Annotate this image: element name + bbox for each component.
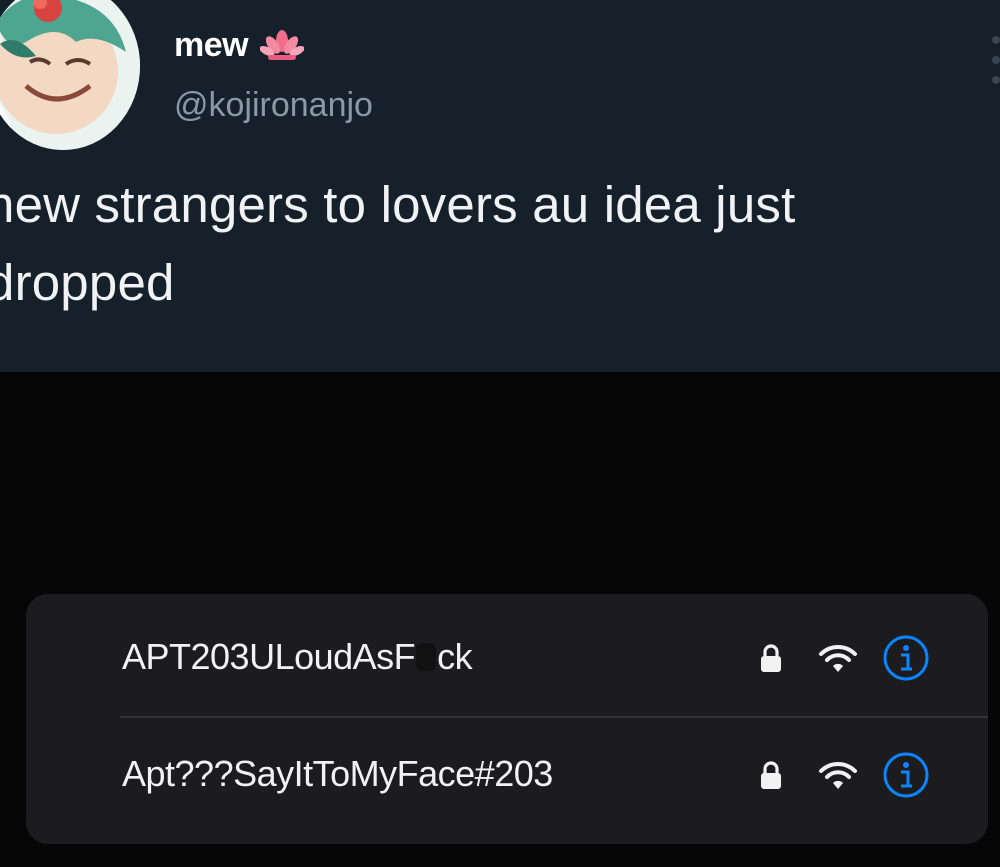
- attached-image[interactable]: APT203ULoudAsF ck Apt???SayItToMyFace#203: [0, 372, 1000, 867]
- network-name-start: APT203ULoudAsF: [122, 636, 416, 677]
- display-name[interactable]: mew: [174, 26, 249, 65]
- author-handle[interactable]: @kojironanjo: [174, 86, 373, 125]
- lock-icon: [761, 761, 781, 789]
- wifi-network-list: APT203ULoudAsF ck Apt???SayItToMyFace#203: [26, 594, 988, 844]
- network-name: APT203ULoudAsF ck: [122, 636, 473, 678]
- censor-bar: [416, 643, 437, 671]
- wifi-icon: [819, 761, 857, 789]
- wifi-network-row[interactable]: Apt???SayItToMyFace#203: [26, 719, 988, 841]
- info-icon[interactable]: [882, 634, 930, 682]
- row-divider: [120, 716, 988, 718]
- wifi-network-row[interactable]: APT203ULoudAsF ck: [26, 594, 988, 716]
- avatar-image: [0, 0, 140, 150]
- info-icon[interactable]: [882, 751, 930, 799]
- network-name: Apt???SayItToMyFace#203: [122, 753, 553, 794]
- avatar[interactable]: [0, 0, 140, 150]
- lotus-icon: [260, 29, 305, 60]
- lock-icon: [761, 644, 781, 672]
- network-name-end: ck: [437, 636, 473, 677]
- wifi-icon: [819, 644, 857, 672]
- more-icon[interactable]: [984, 30, 1000, 90]
- tweet-text: new strangers to lovers au idea just dro…: [0, 176, 796, 311]
- tweet: mew @kojironanjo new strangers to lovers…: [0, 0, 1000, 372]
- author-name-row: mew: [174, 26, 305, 65]
